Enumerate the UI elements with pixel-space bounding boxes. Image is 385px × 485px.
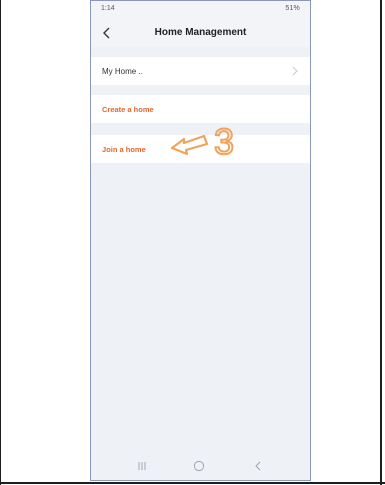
step-annotation: 3: [170, 120, 235, 163]
home-row-label: My Home ..: [102, 67, 143, 76]
back-chevron-icon[interactable]: [253, 460, 263, 472]
chevron-right-icon: [292, 66, 298, 76]
app-header: Home Management: [91, 19, 310, 47]
status-bar: 1:14 51%: [91, 1, 310, 19]
homes-card: My Home ..: [91, 57, 310, 85]
home-circle-icon[interactable]: [193, 460, 205, 472]
page-title: Home Management: [154, 27, 247, 38]
pointer-arrow: [170, 134, 209, 156]
system-nav-bar: [91, 454, 310, 480]
frame-bottom-border: [0, 482, 385, 484]
home-row-my-home[interactable]: My Home ..: [91, 57, 310, 85]
join-home-label: Join a home: [102, 145, 146, 154]
frame-left-border: [0, 0, 1, 485]
frame-right-border: [380, 0, 382, 485]
recent-apps-icon[interactable]: [137, 460, 147, 472]
status-time: 1:14: [101, 5, 115, 12]
step-number: 3: [214, 121, 234, 162]
status-battery: 51%: [285, 5, 300, 12]
phone-screen: 1:14 51% Home Management My Home .. Crea…: [90, 0, 311, 481]
create-home-label: Create a home: [102, 105, 154, 114]
